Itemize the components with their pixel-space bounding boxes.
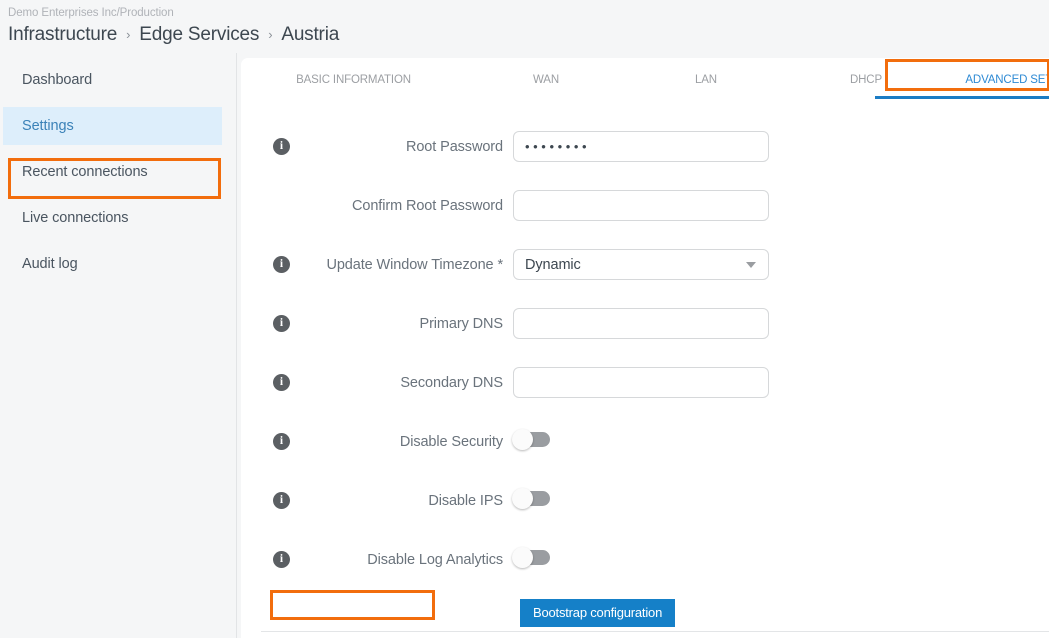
breadcrumb-item-infrastructure[interactable]: Infrastructure <box>8 24 117 46</box>
disable-ips-toggle[interactable] <box>512 487 550 509</box>
toggle-knob <box>512 487 533 509</box>
sidebar-item-label: Live connections <box>22 210 129 226</box>
input-col <box>512 428 1049 452</box>
info-icon[interactable]: i <box>273 551 290 568</box>
sidebar-item-recent-connections[interactable]: Recent connections <box>0 153 236 191</box>
field-label-disable-log-analytics: Disable Log Analytics <box>367 551 503 568</box>
breadcrumb-item-edge-services[interactable]: Edge Services <box>139 24 259 46</box>
label-col: Confirm Root Password <box>241 198 513 214</box>
input-col <box>513 190 1049 221</box>
form-row-primary-dns: i Primary DNS <box>241 294 1049 353</box>
tab-advanced-settings[interactable]: ADVANCED SETTINGS <box>946 70 1049 99</box>
select-value: Dynamic <box>525 256 581 273</box>
info-icon[interactable]: i <box>273 374 290 391</box>
info-icon[interactable]: i <box>273 138 290 155</box>
label-col: i Update Window Timezone * <box>241 256 513 273</box>
label-col: i Primary DNS <box>241 315 513 332</box>
form-row-disable-security: i Disable Security <box>241 412 1049 471</box>
field-label-root-password: Root Password <box>405 138 503 155</box>
label-col: i Root Password <box>241 138 513 155</box>
secondary-dns-input[interactable] <box>513 367 769 398</box>
field-label-secondary-dns: Secondary DNS <box>400 374 503 391</box>
main-content: BASIC INFORMATION WAN LAN DHCP ADVANCED … <box>237 53 1049 638</box>
confirm-root-password-input[interactable] <box>513 190 769 221</box>
label-col: i Disable IPS <box>241 492 513 509</box>
sidebar-navigation: Dashboard Settings Recent connections Li… <box>0 53 237 638</box>
breadcrumb-item-austria[interactable]: Austria <box>281 24 339 46</box>
sidebar-item-live-connections[interactable]: Live connections <box>0 199 236 237</box>
bootstrap-configuration-button[interactable]: Bootstrap configuration <box>520 599 676 627</box>
settings-card: BASIC INFORMATION WAN LAN DHCP ADVANCED … <box>241 58 1049 638</box>
info-icon[interactable]: i <box>273 256 290 273</box>
sidebar-item-label: Settings <box>22 118 74 134</box>
field-label-primary-dns: Primary DNS <box>419 315 504 332</box>
active-tab-underline <box>875 96 1049 99</box>
organization-path: Demo Enterprises Inc/Production <box>8 7 174 19</box>
label-col: i Disable Security <box>241 433 513 450</box>
info-icon[interactable]: i <box>273 492 290 509</box>
toggle-knob <box>512 546 533 568</box>
sidebar-item-settings[interactable]: Settings <box>3 107 222 145</box>
breadcrumb-separator-icon: › <box>126 27 131 42</box>
sidebar-item-dashboard[interactable]: Dashboard <box>0 61 236 99</box>
form-row-root-password: i Root Password •••••••• <box>241 117 1049 176</box>
tab-bar: BASIC INFORMATION WAN LAN DHCP ADVANCED … <box>241 58 1049 99</box>
tab-basic-information[interactable]: BASIC INFORMATION <box>241 70 466 99</box>
page-header: Demo Enterprises Inc/Production Infrastr… <box>0 0 1049 53</box>
info-icon[interactable]: i <box>273 315 290 332</box>
field-label-confirm-root-password: Confirm Root Password <box>351 197 503 214</box>
form-row-confirm-root-password: Confirm Root Password <box>241 176 1049 235</box>
input-col <box>512 546 1049 570</box>
field-label-update-window-timezone: Update Window Timezone * <box>326 256 503 273</box>
update-window-timezone-select[interactable]: Dynamic <box>513 249 769 280</box>
tab-dhcp[interactable]: DHCP <box>786 70 946 99</box>
breadcrumb-separator-icon: › <box>268 27 273 42</box>
disable-log-analytics-toggle[interactable] <box>512 546 550 568</box>
input-col: •••••••• <box>513 131 1049 162</box>
sidebar-item-audit-log[interactable]: Audit log <box>0 245 236 283</box>
label-col: i Secondary DNS <box>241 374 513 391</box>
breadcrumb: Infrastructure › Edge Services › Austria <box>8 24 1049 46</box>
field-label-disable-ips: Disable IPS <box>428 492 503 509</box>
advanced-settings-form: i Root Password •••••••• Confirm Root Pa… <box>241 99 1049 627</box>
disable-security-toggle[interactable] <box>512 428 550 450</box>
primary-dns-input[interactable] <box>513 308 769 339</box>
info-icon[interactable]: i <box>273 433 290 450</box>
form-row-disable-ips: i Disable IPS <box>241 471 1049 530</box>
chevron-down-icon <box>746 261 756 268</box>
tab-lan[interactable]: LAN <box>626 70 786 99</box>
toggle-knob <box>512 428 533 450</box>
label-col: i Disable Log Analytics <box>241 551 513 568</box>
sidebar-item-label: Audit log <box>22 256 78 272</box>
input-col <box>513 308 1049 339</box>
input-col <box>512 487 1049 511</box>
field-label-disable-security: Disable Security <box>399 433 503 450</box>
form-row-secondary-dns: i Secondary DNS <box>241 353 1049 412</box>
sidebar-item-label: Dashboard <box>22 72 93 88</box>
input-col <box>513 367 1049 398</box>
form-row-update-window-timezone: i Update Window Timezone * Dynamic <box>241 235 1049 294</box>
bottom-divider <box>261 631 1049 632</box>
form-row-disable-log-analytics: i Disable Log Analytics <box>241 530 1049 589</box>
sidebar-item-label: Recent connections <box>22 164 148 180</box>
input-col: Dynamic <box>513 249 1049 280</box>
bootstrap-button-row: Bootstrap configuration <box>241 589 1049 627</box>
tab-wan[interactable]: WAN <box>466 70 626 99</box>
root-password-input[interactable]: •••••••• <box>513 131 769 162</box>
